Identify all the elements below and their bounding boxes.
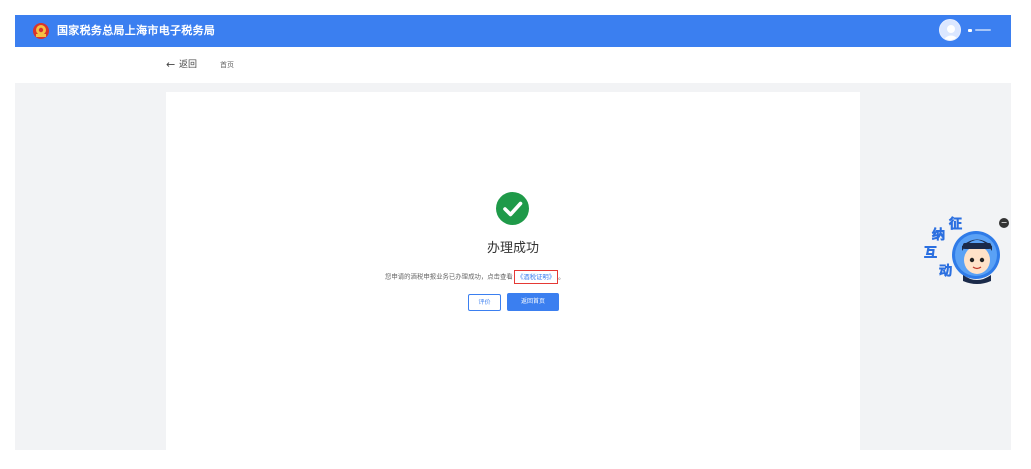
message-text: 您申请的酒税申报业务已办理成功，点击查看	[385, 272, 513, 281]
user-menu-dot[interactable]	[968, 29, 972, 32]
success-title: 办理成功	[486, 241, 539, 256]
widget-char-1: 纳	[932, 228, 946, 243]
app-title: 国家税务总局上海市电子税务局	[57, 24, 216, 37]
message-end: 。	[558, 273, 565, 281]
evaluate-button[interactable]: 评价	[468, 294, 501, 311]
taxpayer-interaction-widget[interactable]: 纳 征 互 动	[922, 215, 1002, 290]
breadcrumb: ← 返回 首页	[15, 47, 1011, 83]
widget-close-button[interactable]: −	[999, 218, 1009, 228]
user-avatar-icon[interactable]	[939, 19, 961, 41]
widget-char-3: 互	[924, 246, 938, 261]
app-window: 国家税务总局上海市电子税务局 ← 返回 首页 办理成功 您申请的酒税申报业务已办…	[0, 0, 1031, 469]
certificate-link[interactable]: 《酒税证明》	[513, 269, 559, 284]
user-menu-bar[interactable]	[975, 29, 991, 31]
check-circle-icon	[496, 192, 529, 225]
footer-strip	[15, 450, 1011, 460]
widget-char-2: 征	[949, 217, 963, 232]
tax-emblem-icon	[33, 23, 49, 39]
top-header-bar: 国家税务总局上海市电子税务局	[15, 15, 1011, 47]
breadcrumb-home[interactable]: 首页	[220, 60, 234, 70]
widget-char-4: 动	[939, 264, 953, 279]
result-message: 您申请的酒税申报业务已办理成功，点击查看 《酒税证明》。	[385, 266, 650, 284]
back-link[interactable]: 返回	[179, 59, 197, 71]
arrow-left-icon[interactable]: ←	[166, 59, 175, 71]
return-home-button[interactable]: 返回首页	[507, 293, 559, 311]
